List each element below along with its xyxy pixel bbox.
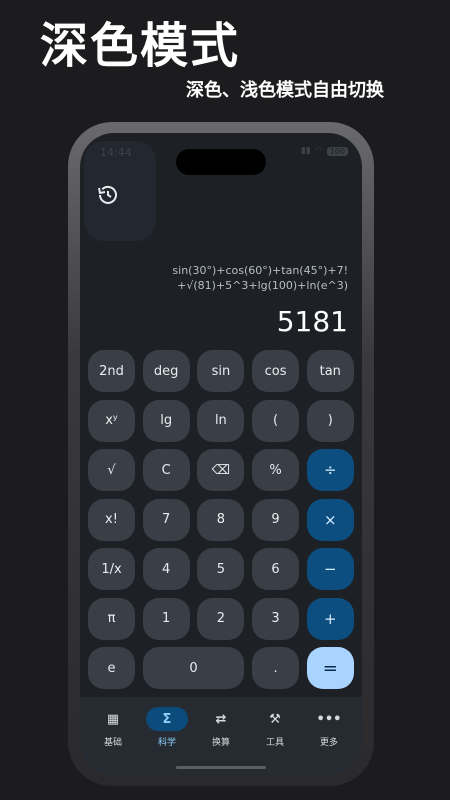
nav-label: 工具 bbox=[265, 738, 284, 748]
key-e[interactable]: e bbox=[88, 647, 135, 689]
keypad: 2nd deg sin cos tan xʸ lg ln ( ) √ C ⌫ %… bbox=[88, 350, 358, 689]
status-time: 14:44 bbox=[100, 146, 132, 159]
key-tan[interactable]: tan bbox=[306, 350, 354, 392]
key-2[interactable]: 2 bbox=[197, 597, 245, 640]
key-8[interactable]: 8 bbox=[197, 498, 245, 541]
signal-icon: ▮▮ bbox=[300, 146, 311, 156]
key-plus[interactable]: + bbox=[306, 597, 354, 640]
sigma-icon: Σ bbox=[146, 707, 188, 731]
home-indicator[interactable] bbox=[176, 766, 266, 769]
key-decimal[interactable]: . bbox=[252, 647, 300, 689]
battery-level: 100 bbox=[326, 146, 348, 156]
key-percent[interactable]: % bbox=[252, 449, 300, 491]
expression-line: sin(30°)+cos(60°)+tan(45°)+7! bbox=[172, 264, 348, 277]
key-cos[interactable]: cos bbox=[252, 350, 300, 392]
status-icons: ▮▮ ◠ 100 bbox=[301, 146, 348, 156]
key-sqrt[interactable]: √ bbox=[88, 449, 135, 491]
key-9[interactable]: 9 bbox=[252, 498, 300, 541]
nav-label: 更多 bbox=[319, 738, 338, 748]
key-5[interactable]: 5 bbox=[197, 548, 245, 590]
key-open-paren[interactable]: ( bbox=[252, 399, 300, 442]
history-icon[interactable] bbox=[96, 183, 120, 207]
key-4[interactable]: 4 bbox=[142, 548, 190, 590]
result-display: 5181 bbox=[276, 305, 348, 338]
phone-frame: 14:44 ▮▮ ◠ 100 sin(30°)+cos(60°)+tan(45°… bbox=[68, 122, 374, 786]
key-equals[interactable]: = bbox=[306, 647, 354, 689]
nav-label: 科学 bbox=[157, 738, 176, 748]
key-1[interactable]: 1 bbox=[142, 597, 190, 640]
key-clear[interactable]: C bbox=[142, 449, 190, 491]
key-power[interactable]: xʸ bbox=[88, 399, 135, 442]
key-ln[interactable]: ln bbox=[197, 399, 245, 442]
promo-title: 深色模式 bbox=[40, 18, 241, 74]
backspace-icon[interactable]: ⌫ bbox=[197, 449, 245, 491]
key-close-paren[interactable]: ) bbox=[306, 399, 354, 442]
nav-item-tools[interactable]: ⚒ 工具 bbox=[250, 707, 300, 775]
key-reciprocal[interactable]: 1/x bbox=[88, 548, 135, 590]
key-0[interactable]: 0 bbox=[142, 647, 245, 689]
key-divide[interactable]: ÷ bbox=[306, 449, 354, 491]
swap-arrows-icon: ⇄ bbox=[215, 711, 227, 727]
more-dots-icon: ••• bbox=[316, 711, 342, 727]
key-factorial[interactable]: x! bbox=[88, 498, 135, 541]
key-7[interactable]: 7 bbox=[142, 498, 190, 541]
key-lg[interactable]: lg bbox=[142, 399, 190, 442]
key-deg[interactable]: deg bbox=[142, 350, 190, 392]
key-minus[interactable]: − bbox=[306, 548, 354, 590]
key-sin[interactable]: sin bbox=[197, 350, 245, 392]
nav-item-basic[interactable]: ▦ 基础 bbox=[88, 707, 138, 775]
bottom-navigation: ▦ 基础 Σ 科学 ⇄ 换算 ⚒ 工具 ••• 更多 bbox=[80, 697, 362, 775]
promo-subtitle: 深色、浅色模式自由切换 bbox=[186, 80, 384, 101]
key-6[interactable]: 6 bbox=[252, 548, 300, 590]
calculator-screen: 14:44 ▮▮ ◠ 100 sin(30°)+cos(60°)+tan(45°… bbox=[80, 133, 362, 775]
wifi-icon: ◠ bbox=[314, 146, 323, 156]
tools-icon: ⚒ bbox=[269, 711, 281, 727]
nav-item-convert[interactable]: ⇄ 换算 bbox=[196, 707, 246, 775]
nav-label: 换算 bbox=[211, 738, 230, 748]
key-multiply[interactable]: × bbox=[306, 498, 354, 541]
expression-line: +√(81)+5^3+lg(100)+ln(e^3) bbox=[177, 279, 348, 292]
key-pi[interactable]: π bbox=[88, 597, 135, 640]
calculator-icon: ▦ bbox=[106, 711, 120, 727]
nav-item-science[interactable]: Σ 科学 bbox=[142, 707, 192, 775]
key-2nd[interactable]: 2nd bbox=[88, 350, 135, 392]
dynamic-island bbox=[176, 149, 266, 175]
key-3[interactable]: 3 bbox=[252, 597, 300, 640]
nav-label: 基础 bbox=[103, 738, 122, 748]
nav-item-more[interactable]: ••• 更多 bbox=[304, 707, 354, 775]
expression-display: sin(30°)+cos(60°)+tan(45°)+7! +√(81)+5^3… bbox=[88, 263, 348, 293]
